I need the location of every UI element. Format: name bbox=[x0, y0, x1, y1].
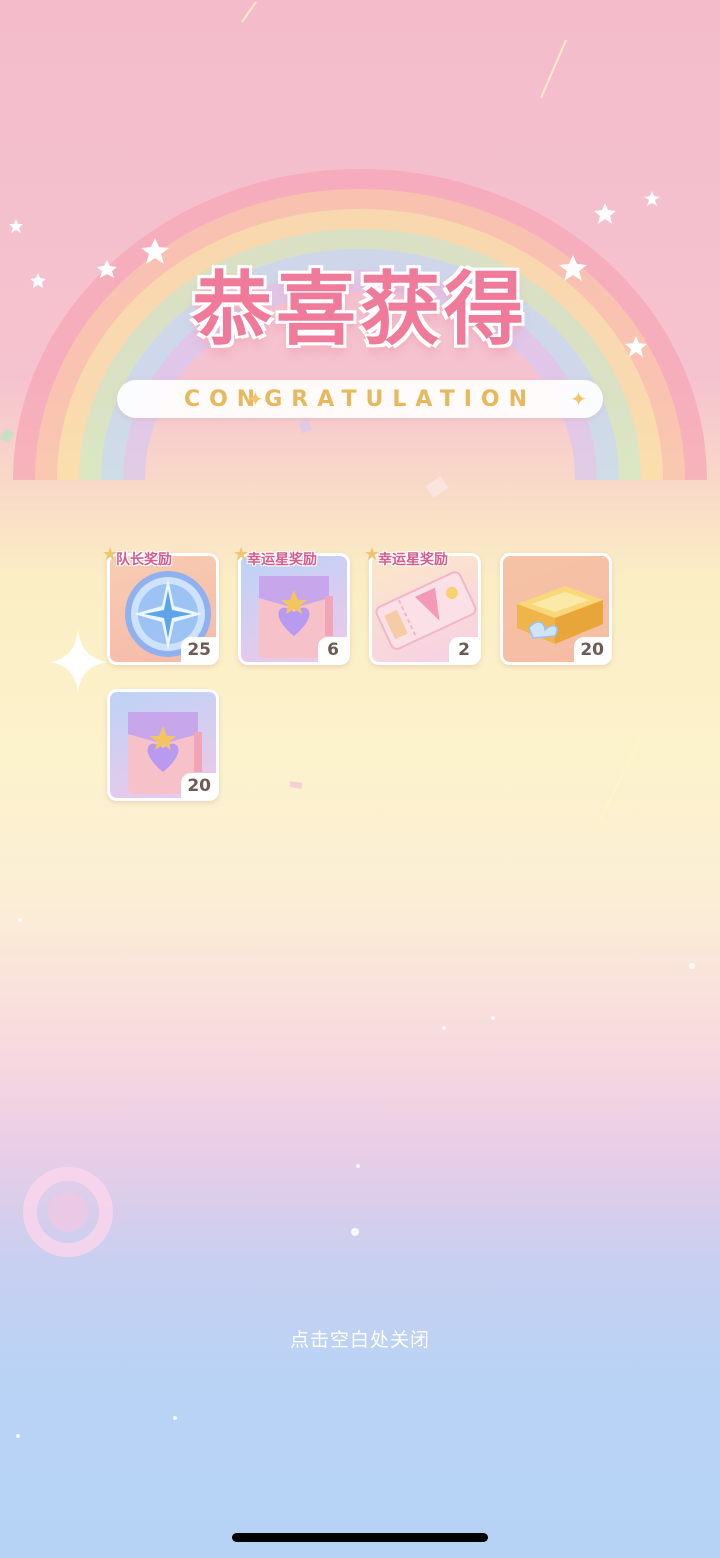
reward-quantity: 25 bbox=[181, 637, 217, 663]
close-hint[interactable]: 点击空白处关闭 bbox=[0, 1325, 720, 1352]
sparkle-icon: ✦ bbox=[570, 387, 587, 411]
star-icon bbox=[594, 203, 616, 224]
reward-quantity: 6 bbox=[318, 637, 348, 663]
reward-item[interactable]: 20 bbox=[107, 689, 219, 801]
title-container: 恭喜获得 bbox=[0, 245, 720, 361]
reward-quantity: 20 bbox=[574, 637, 610, 663]
congratulation-banner: ✦ CONGRATULATION ✦ bbox=[117, 380, 603, 418]
reward-item[interactable]: ★ 幸运星奖励 6 bbox=[233, 544, 350, 665]
reward-tag: 幸运星奖励 bbox=[378, 552, 448, 568]
shooting-star bbox=[599, 739, 641, 821]
shooting-star bbox=[540, 39, 567, 99]
shooting-star bbox=[241, 1, 257, 23]
reward-item[interactable]: ★ 幸运星奖励 2 bbox=[364, 544, 481, 665]
reward-quantity: 20 bbox=[181, 773, 217, 799]
page-title: 恭喜获得 bbox=[192, 263, 528, 356]
reward-item[interactable]: ★ 队长奖励 25 bbox=[102, 544, 219, 665]
sparkle-icon bbox=[50, 628, 108, 694]
reward-tag: 幸运星奖励 bbox=[247, 552, 317, 568]
star-icon bbox=[644, 191, 660, 206]
reward-tag: 队长奖励 bbox=[116, 552, 172, 568]
home-indicator[interactable] bbox=[232, 1533, 488, 1542]
star-icon bbox=[9, 219, 23, 233]
reward-quantity: 2 bbox=[449, 637, 479, 663]
banner-subtitle: CONGRATULATION bbox=[183, 386, 537, 412]
reward-item[interactable]: 20 bbox=[500, 553, 612, 665]
sparkle-icon: ✦ bbox=[247, 387, 264, 411]
